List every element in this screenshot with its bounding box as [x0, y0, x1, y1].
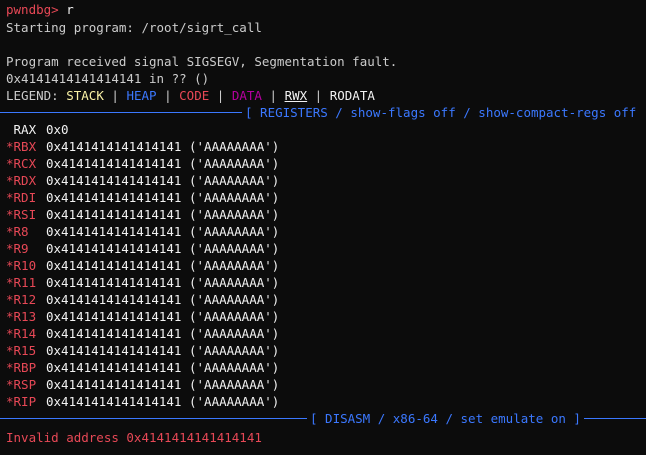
register-value: 0x4141414141414141 ('AAAAAAAA') [46, 326, 280, 341]
register-name: *R11 [6, 275, 37, 290]
register-row: *RSP 0x4141414141414141 ('AAAAAAAA') [6, 376, 279, 393]
clipped-previous-line [0, 0, 646, 3]
legend-line: LEGEND: STACK | HEAP | CODE | DATA | RWX… [6, 87, 375, 104]
register-value: 0x4141414141414141 ('AAAAAAAA') [46, 377, 280, 392]
legend-data: DATA [231, 88, 262, 103]
register-name: *RCX [6, 156, 37, 171]
register-name: *R15 [6, 343, 37, 358]
disasm-banner: [ DISASM / x86-64 / set emulate on ] [0, 410, 646, 427]
register-value: 0x4141414141414141 ('AAAAAAAA') [46, 224, 280, 239]
pwndbg-prompt: pwndbg> [6, 2, 59, 17]
legend-separator: | [216, 88, 225, 103]
legend-separator: | [269, 88, 278, 103]
register-value: 0x4141414141414141 ('AAAAAAAA') [46, 156, 280, 171]
register-row: *R12 0x4141414141414141 ('AAAAAAAA') [6, 291, 279, 308]
register-name: *R10 [6, 258, 37, 273]
register-name: *RBX [6, 139, 37, 154]
legend-separator: | [164, 88, 172, 103]
signal-message: Program received signal SIGSEGV, Segment… [6, 54, 398, 69]
register-row: *R14 0x4141414141414141 ('AAAAAAAA') [6, 325, 279, 342]
entered-command: r [66, 2, 74, 17]
legend-code: CODE [179, 88, 210, 103]
register-name: *R12 [6, 292, 37, 307]
register-row: RAX 0x0 [6, 121, 69, 138]
legend-rodata: RODATA [329, 88, 375, 103]
register-name: *R9 [6, 241, 29, 256]
register-row: *R8 0x4141414141414141 ('AAAAAAAA') [6, 223, 279, 240]
legend-stack: STACK [66, 88, 104, 103]
register-row: *RBX 0x4141414141414141 ('AAAAAAAA') [6, 138, 279, 155]
register-value: 0x4141414141414141 ('AAAAAAAA') [46, 258, 280, 273]
registers-banner: [ REGISTERS / show-flags off / show-comp… [0, 104, 646, 121]
register-value: 0x4141414141414141 ('AAAAAAAA') [46, 394, 280, 409]
register-value: 0x4141414141414141 ('AAAAAAAA') [46, 139, 280, 154]
register-name: *RDX [6, 173, 37, 188]
legend-rwx: RWX [284, 88, 308, 103]
register-value: 0x4141414141414141 ('AAAAAAAA') [46, 275, 280, 290]
register-name: *RDI [6, 190, 37, 205]
register-name: RAX [6, 122, 37, 137]
register-row: *RSI 0x4141414141414141 ('AAAAAAAA') [6, 206, 279, 223]
legend-label: LEGEND: [6, 88, 59, 103]
register-row: *R13 0x4141414141414141 ('AAAAAAAA') [6, 308, 279, 325]
registers-banner-text: [ REGISTERS / show-flags off / show-comp… [242, 104, 646, 121]
register-row: *RIP 0x4141414141414141 ('AAAAAAAA') [6, 393, 279, 410]
register-row: *RDI 0x4141414141414141 ('AAAAAAAA') [6, 189, 279, 206]
register-value: 0x4141414141414141 ('AAAAAAAA') [46, 207, 280, 222]
crash-location: 0x4141414141414141 in ?? () [6, 71, 210, 86]
register-name: *R8 [6, 224, 29, 239]
register-value: 0x4141414141414141 ('AAAAAAAA') [46, 309, 280, 324]
register-row: *RCX 0x4141414141414141 ('AAAAAAAA') [6, 155, 279, 172]
legend-separator: | [314, 88, 323, 103]
register-value: 0x4141414141414141 ('AAAAAAAA') [46, 190, 280, 205]
register-name: *RIP [6, 394, 37, 409]
register-row: *R10 0x4141414141414141 ('AAAAAAAA') [6, 257, 279, 274]
register-value: 0x4141414141414141 ('AAAAAAAA') [46, 360, 280, 375]
disasm-banner-text: [ DISASM / x86-64 / set emulate on ] [307, 410, 584, 427]
register-row: *R15 0x4141414141414141 ('AAAAAAAA') [6, 342, 279, 359]
register-row: *RBP 0x4141414141414141 ('AAAAAAAA') [6, 359, 279, 376]
error-message: Invalid address 0x4141414141414141 [6, 430, 262, 445]
register-value: 0x4141414141414141 ('AAAAAAAA') [46, 241, 280, 256]
register-value: 0x4141414141414141 ('AAAAAAAA') [46, 292, 280, 307]
register-value: 0x0 [46, 122, 69, 137]
starting-program-line: Starting program: /root/sigrt_call [6, 20, 262, 35]
register-name: *RSI [6, 207, 37, 222]
register-name: *RSP [6, 377, 37, 392]
register-value: 0x4141414141414141 ('AAAAAAAA') [46, 343, 280, 358]
register-row: *R9 0x4141414141414141 ('AAAAAAAA') [6, 240, 279, 257]
legend-separator: | [111, 88, 119, 103]
register-name: *R13 [6, 309, 37, 324]
register-row: *RDX 0x4141414141414141 ('AAAAAAAA') [6, 172, 279, 189]
register-name: *R14 [6, 326, 37, 341]
register-row: *R11 0x4141414141414141 ('AAAAAAAA') [6, 274, 279, 291]
legend-heap: HEAP [126, 88, 157, 103]
command-line: pwndbg> r [6, 1, 74, 18]
register-value: 0x4141414141414141 ('AAAAAAAA') [46, 173, 280, 188]
register-name: *RBP [6, 360, 37, 375]
